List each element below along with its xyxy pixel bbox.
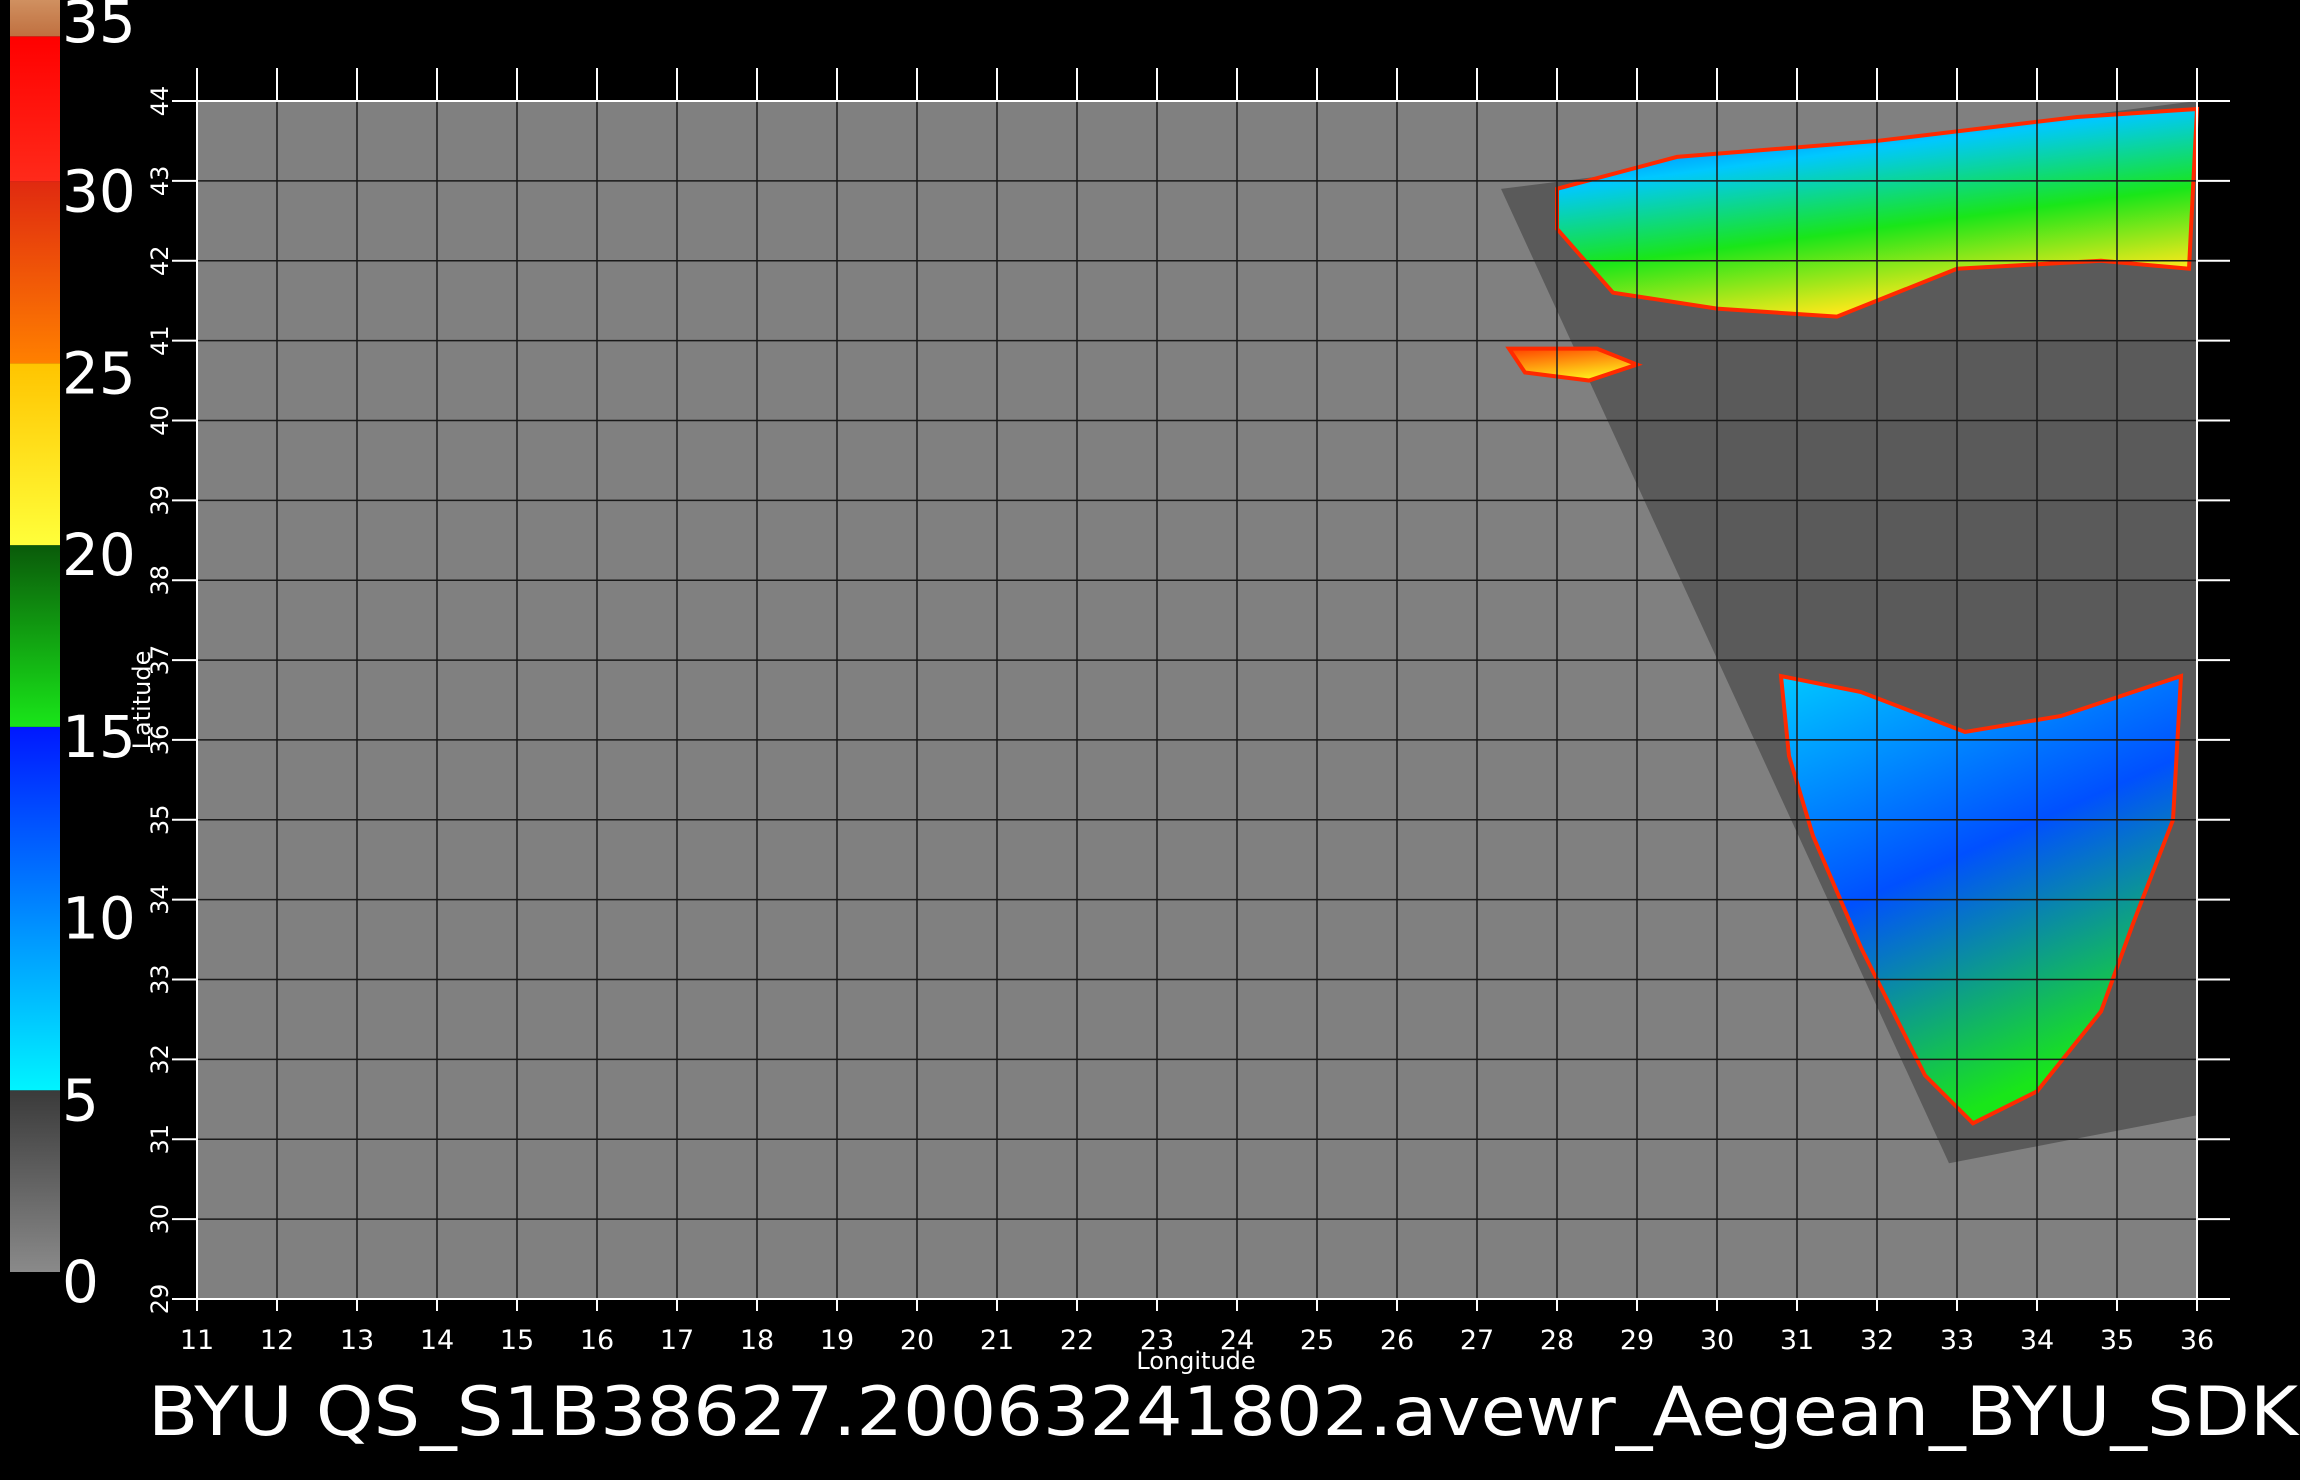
lon-tick-label: 35 — [2100, 1325, 2134, 1356]
lat-tick-label: 32 — [146, 1044, 174, 1075]
figure-title: BYU QS_S1B38627.20063241802.avewr_Aegean… — [148, 1373, 2300, 1452]
map-plot: 11 12 13 14 15 16 17 18 19 20 21 22 23 24 25 26 27 28 29 30… — [146, 68, 2230, 1356]
lat-tick-label: 35 — [146, 805, 174, 836]
colorbar-segment — [10, 363, 60, 546]
lat-tick-label: 41 — [146, 325, 174, 356]
lon-tick-label: 14 — [420, 1325, 454, 1356]
lat-tick-label: 39 — [146, 485, 174, 516]
lat-tick-label: 34 — [146, 884, 174, 915]
lon-tick-label: 11 — [180, 1325, 214, 1356]
colorbar-tick-label: 0 — [62, 1248, 99, 1316]
colorbar-tick-label: 15 — [62, 703, 136, 771]
lon-tick-label: 17 — [660, 1325, 694, 1356]
lat-tick-label: 30 — [146, 1204, 174, 1235]
lon-tick-label: 29 — [1620, 1325, 1654, 1356]
lon-tick-label: 22 — [1060, 1325, 1094, 1356]
lon-tick-label: 19 — [820, 1325, 854, 1356]
lon-tick-label: 28 — [1540, 1325, 1574, 1356]
lat-tick-label: 42 — [146, 245, 174, 276]
lat-tick-label: 38 — [146, 565, 174, 596]
lon-tick-label: 18 — [740, 1325, 774, 1356]
colorbar-segment — [10, 0, 60, 37]
colorbar-segment — [10, 545, 60, 727]
lon-tick-label: 21 — [980, 1325, 1014, 1356]
colorbar-segment — [10, 726, 60, 1091]
lat-tick-label: 43 — [146, 166, 174, 197]
colorbar-segment — [10, 1090, 60, 1272]
lon-tick-label: 34 — [2020, 1325, 2054, 1356]
colorbar-segment — [10, 36, 60, 182]
x-axis-label: Longitude — [1136, 1347, 1255, 1375]
lon-tick-label: 32 — [1860, 1325, 1894, 1356]
colorbar-segment — [10, 181, 60, 364]
lat-tick-label: 33 — [146, 964, 174, 995]
lon-tick-label: 30 — [1700, 1325, 1734, 1356]
lon-tick-label: 25 — [1300, 1325, 1334, 1356]
colorbar-tick-label: 25 — [62, 339, 136, 407]
lon-tick-label: 26 — [1380, 1325, 1414, 1356]
colorbar-tick-label: 5 — [62, 1066, 99, 1134]
colorbar-segments — [10, 0, 60, 1272]
colorbar-tick-label: 30 — [62, 158, 136, 226]
lat-tick-label: 40 — [146, 405, 174, 436]
lat-tick-label: 31 — [146, 1124, 174, 1155]
lon-tick-label: 31 — [1780, 1325, 1814, 1356]
y-axis-label: Latitude — [128, 651, 156, 750]
colorbar-tick-label: 10 — [62, 885, 136, 953]
colorbar-tick-label: 20 — [62, 521, 136, 589]
lon-tick-label: 13 — [340, 1325, 374, 1356]
lat-tick-label: 44 — [146, 86, 174, 117]
lon-tick-label: 36 — [2180, 1325, 2214, 1356]
colorbar-tick-label: 35 — [62, 0, 136, 56]
lon-tick-label: 16 — [580, 1325, 614, 1356]
lon-tick-label: 15 — [500, 1325, 534, 1356]
lat-tick-label: 29 — [146, 1284, 174, 1315]
lon-tick-label: 27 — [1460, 1325, 1494, 1356]
lon-tick-label: 33 — [1940, 1325, 1974, 1356]
lon-tick-label: 12 — [260, 1325, 294, 1356]
lon-tick-label: 20 — [900, 1325, 934, 1356]
wind-speed-map-figure: 0 5 10 15 20 25 30 35 11 12 13 14 15 16 17 18 19 20 21 22 2… — [0, 0, 2300, 1480]
